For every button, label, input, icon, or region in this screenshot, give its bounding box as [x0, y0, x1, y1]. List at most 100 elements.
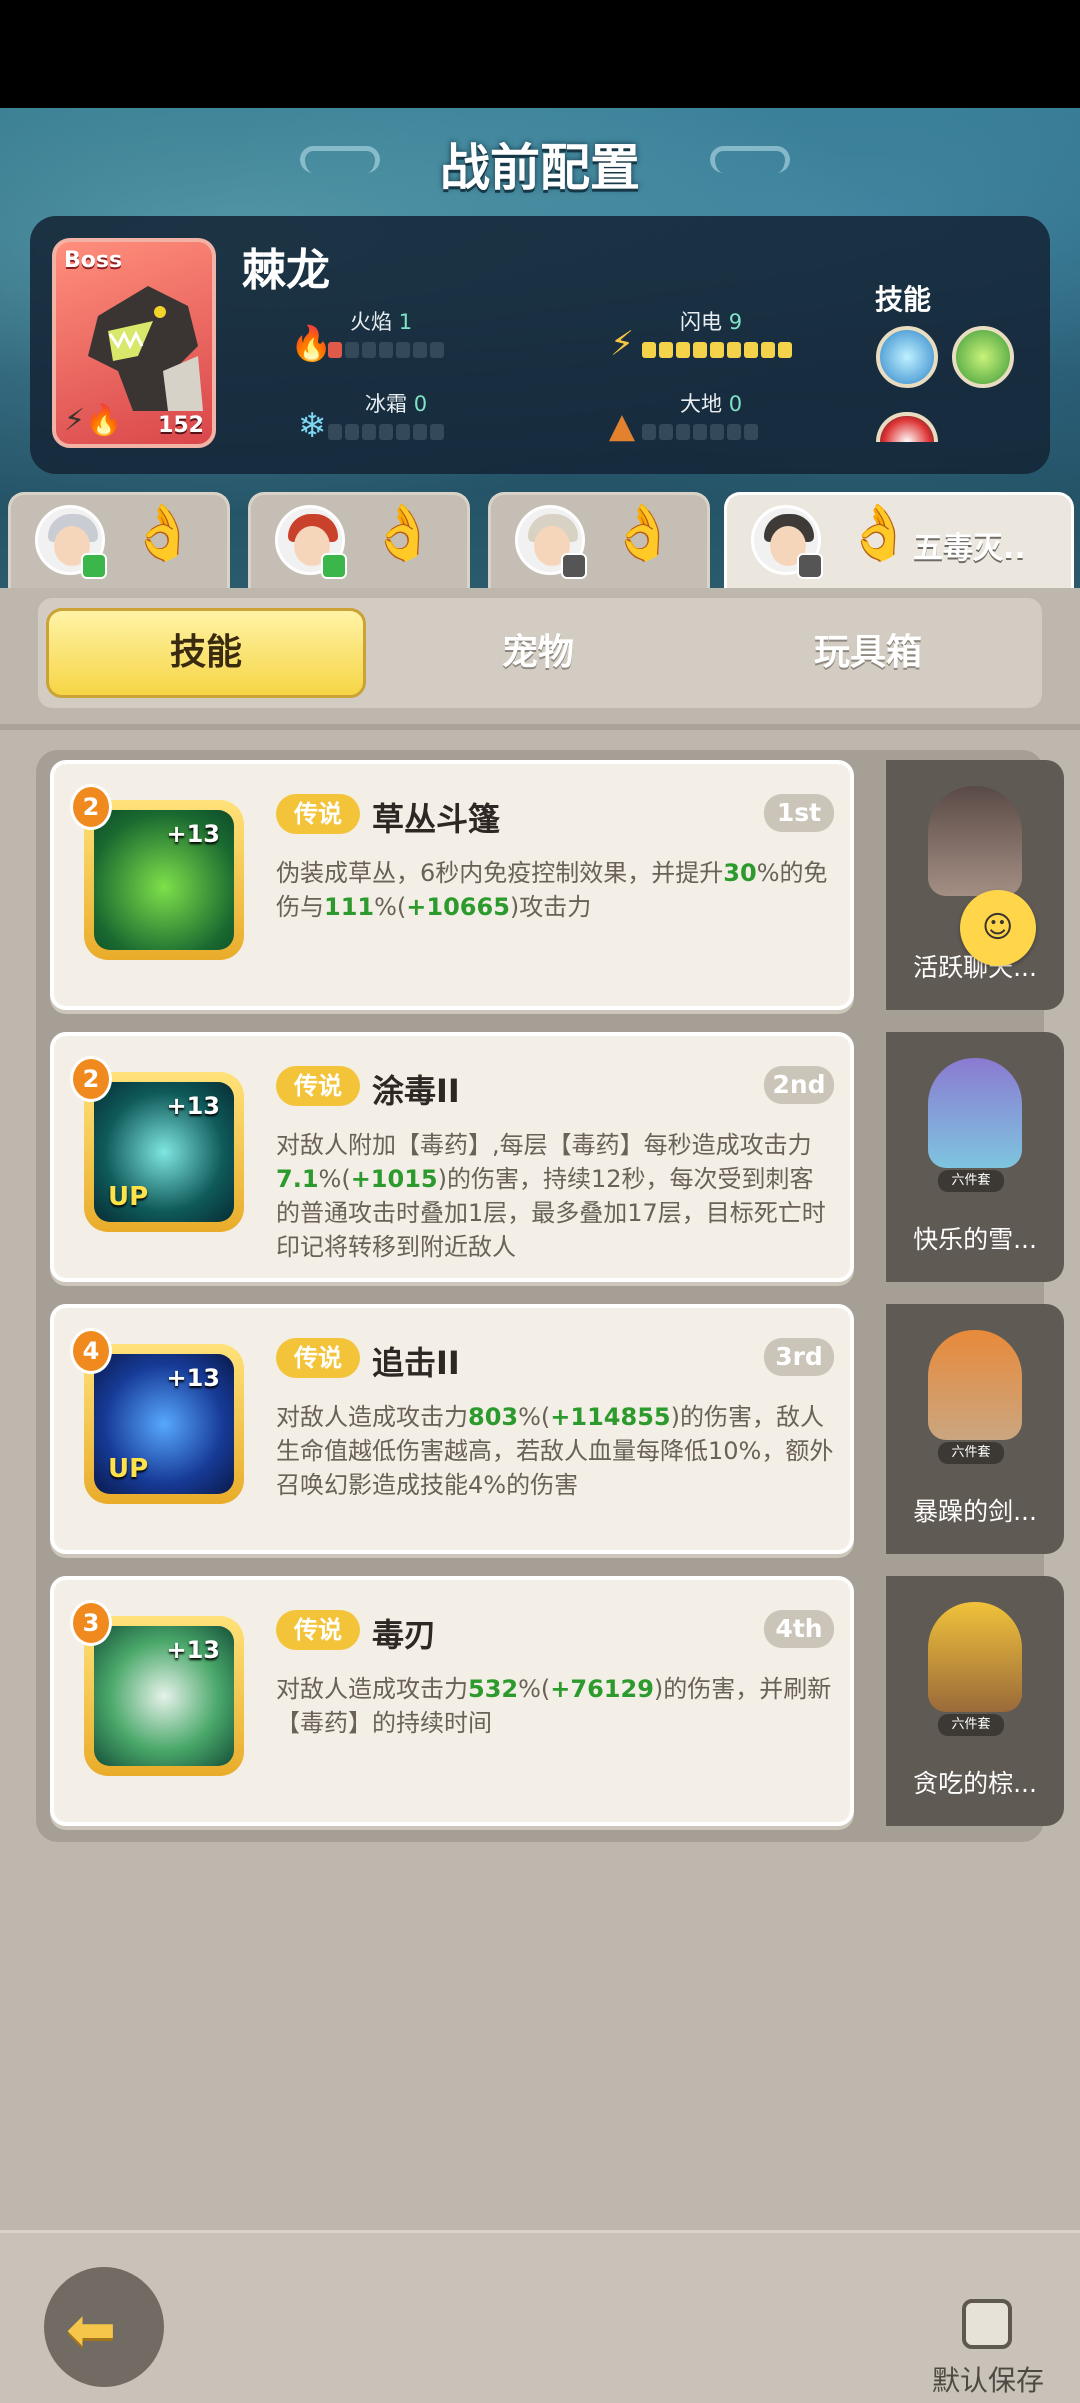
skill-icon-frame: +13 UP	[84, 1072, 244, 1232]
poison-drop-icon: +13 UP	[94, 1082, 234, 1222]
hero-badge	[797, 553, 823, 579]
skill-description: 伪装成草丛，6秒内免疫控制效果，并提升30%的免伤与111%(+10665)攻击…	[276, 859, 828, 921]
lightning-fire-icon: ⚡🔥	[64, 403, 123, 438]
skill-description: 对敌人造成攻击力803%(+114855)的伤害，敌人生命值越低伤害越高，若敌人…	[276, 1403, 834, 1499]
skill-name: 涂毒II	[372, 1072, 460, 1110]
rank-badge: 3rd	[764, 1338, 834, 1376]
hero-badge	[81, 553, 107, 579]
header-scene: 战前配置 Boss ⚡🔥 152 棘龙 火焰 1 🔥 闪电 9 ⚡ 冰霜 0 ❄…	[0, 108, 1080, 588]
category-tabs: 技能 宠物 玩具箱	[38, 598, 1042, 708]
earth-icon: ▲	[608, 406, 636, 446]
divider	[0, 724, 1080, 730]
hero-tab-3[interactable]: 👌	[488, 492, 710, 588]
hero-tab-1[interactable]: 👌	[8, 492, 230, 588]
boss-skills-label: 技能	[875, 283, 932, 316]
hand-star-icon: 👌	[369, 501, 437, 564]
skill-level: 4	[70, 1328, 112, 1374]
tab-skills[interactable]: 技能	[46, 608, 366, 698]
tab-toybox[interactable]: 玩具箱	[708, 608, 1028, 698]
bush-cloak-icon: +13	[94, 810, 234, 950]
hero-badge	[561, 553, 587, 579]
pursuit-icon: +13 UP	[94, 1354, 234, 1494]
pet-slot-3[interactable]: 六件套 暴躁的剑...	[886, 1304, 1064, 1554]
pet-slot-1[interactable]: 活跃聊天...	[886, 760, 1064, 1010]
boss-skill-nature-icon[interactable]	[952, 326, 1014, 388]
skill-level: 3	[70, 1600, 112, 1646]
hand-star-icon: 👌	[609, 501, 677, 564]
lightning-icon: ⚡	[610, 324, 634, 364]
skill-plus: +13	[166, 820, 220, 848]
boss-level: 152	[158, 413, 204, 438]
smile-icon: ☺	[982, 910, 1014, 945]
skull-blade-icon: +13	[94, 1626, 234, 1766]
element-fire-label: 火焰 1	[350, 310, 413, 334]
pet-name: 暴躁的剑...	[913, 1497, 1037, 1526]
pet-figure	[928, 1602, 1022, 1712]
skill-description: 对敌人附加【毒药】,每层【毒药】每秒造成攻击力7.1%(+1015)的伤害，持续…	[276, 1131, 826, 1261]
pet-set-badge: 六件套	[938, 1170, 1004, 1192]
boss-panel: Boss ⚡🔥 152 棘龙 火焰 1 🔥 闪电 9 ⚡ 冰霜 0 ❄ 大地 0…	[30, 216, 1050, 474]
back-button[interactable]: ⬅	[44, 2267, 164, 2387]
default-save-label: 默认保存	[932, 2364, 1045, 2397]
back-arrow-icon: ⬅	[66, 2295, 117, 2365]
dragon-icon	[88, 286, 203, 411]
pet-figure	[928, 786, 1022, 896]
skill-plus: +13	[166, 1364, 220, 1392]
skill-plus: +13	[166, 1636, 220, 1664]
hero-name: 五毒灭..	[913, 531, 1026, 566]
boss-tag: Boss	[64, 248, 123, 273]
skill-level: 2	[70, 1056, 112, 1102]
fire-bar	[328, 342, 444, 358]
hand-star-icon: 👌	[129, 501, 197, 564]
chat-bubble[interactable]: ☺	[960, 890, 1036, 966]
pet-name: 快乐的雪...	[913, 1225, 1037, 1254]
frost-bar	[328, 424, 444, 440]
rank-badge: 2nd	[764, 1066, 834, 1104]
footer: ⬅ 默认保存	[0, 2230, 1080, 2403]
skill-name: 追击II	[372, 1344, 460, 1382]
default-save-checkbox[interactable]	[962, 2299, 1012, 2349]
earth-bar	[642, 424, 758, 440]
rank-badge: 4th	[764, 1610, 834, 1648]
element-lightning-label: 闪电 9	[680, 310, 743, 334]
pet-name: 贪吃的棕...	[913, 1769, 1037, 1798]
rank-badge: 1st	[764, 794, 834, 832]
element-frost-label: 冰霜 0	[365, 392, 428, 416]
boss-portrait[interactable]: Boss ⚡🔥 152	[52, 238, 216, 448]
skill-card-2[interactable]: +13 UP 2 传说 涂毒II 2nd 对敌人附加【毒药】,每层【毒药】每秒造…	[50, 1032, 854, 1282]
snowflake-icon: ❄	[297, 406, 327, 446]
skill-description: 对敌人造成攻击力532%(+76129)的伤害，并刷新【毒药】的持续时间	[276, 1675, 832, 1737]
boss-skill-third-icon[interactable]	[876, 412, 938, 442]
pet-figure	[928, 1330, 1022, 1440]
pet-set-badge: 六件套	[938, 1442, 1004, 1464]
tab-pets[interactable]: 宠物	[378, 608, 698, 698]
hero-badge	[321, 553, 347, 579]
skill-up: UP	[108, 1182, 149, 1212]
skill-icon-frame: +13 UP	[84, 1344, 244, 1504]
rarity-badge: 传说	[276, 1338, 360, 1378]
skill-list: 活跃聊天... +13 2 传说 草丛斗篷 1st 伪装成草丛，6秒内免疫控制效…	[36, 750, 1064, 1842]
pet-slot-4[interactable]: 六件套 贪吃的棕...	[886, 1576, 1064, 1826]
skill-name: 毒刃	[372, 1616, 437, 1654]
pet-slot-2[interactable]: 六件套 快乐的雪...	[886, 1032, 1064, 1282]
hero-tab-4[interactable]: 👌 五毒灭..	[724, 492, 1074, 588]
rarity-badge: 传说	[276, 1610, 360, 1650]
pet-figure	[928, 1058, 1022, 1168]
hand-star-icon: 👌	[845, 501, 913, 564]
skill-card-3[interactable]: +13 UP 4 传说 追击II 3rd 对敌人造成攻击力803%(+11485…	[50, 1304, 854, 1554]
hero-tab-2[interactable]: 👌	[248, 492, 470, 588]
fire-icon: 🔥	[290, 324, 333, 364]
element-earth-label: 大地 0	[680, 392, 743, 416]
skill-card-1[interactable]: +13 2 传说 草丛斗篷 1st 伪装成草丛，6秒内免疫控制效果，并提升30%…	[50, 760, 854, 1010]
rarity-badge: 传说	[276, 794, 360, 834]
pet-set-badge: 六件套	[938, 1714, 1004, 1736]
rarity-badge: 传说	[276, 1066, 360, 1106]
skill-icon-frame: +13	[84, 1616, 244, 1776]
skill-icon-frame: +13	[84, 800, 244, 960]
skill-card-4[interactable]: +13 3 传说 毒刃 4th 对敌人造成攻击力532%(+76129)的伤害，…	[50, 1576, 854, 1826]
boss-skill-ice-icon[interactable]	[876, 326, 938, 388]
skill-up: UP	[108, 1454, 149, 1484]
skill-plus: +13	[166, 1092, 220, 1120]
lightning-bar	[642, 342, 792, 358]
boss-name: 棘龙	[242, 245, 330, 296]
